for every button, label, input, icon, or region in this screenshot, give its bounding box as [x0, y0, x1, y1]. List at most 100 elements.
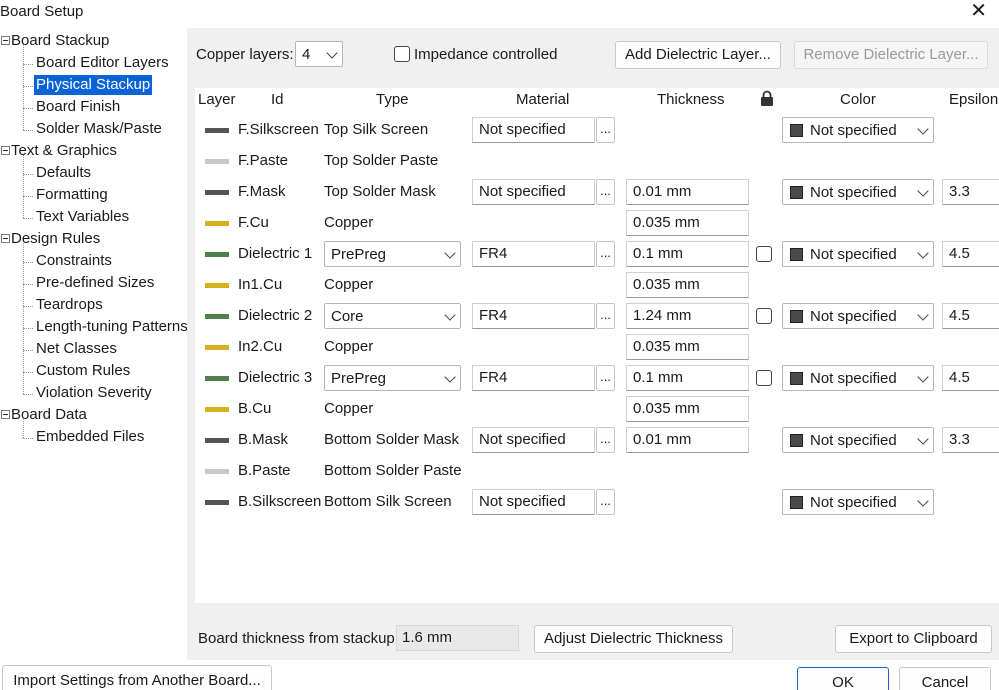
cancel-button[interactable]: Cancel: [899, 667, 991, 690]
material-field[interactable]: FR4: [472, 241, 595, 267]
color-select[interactable]: Not specified: [782, 303, 934, 329]
color-select[interactable]: Not specified: [782, 489, 934, 515]
thickness-field[interactable]: 0.01 mm: [626, 427, 749, 453]
thickness-value: 0.1 mm: [633, 369, 684, 386]
impedance-checkbox[interactable]: [394, 46, 410, 62]
remove-dielectric-button[interactable]: Remove Dielectric Layer...: [794, 41, 988, 69]
lock-thickness-checkbox[interactable]: [756, 308, 772, 324]
thickness-field[interactable]: 0.1 mm: [626, 241, 749, 267]
tree-expander-icon[interactable]: [1, 234, 10, 243]
material-field[interactable]: Not specified: [472, 427, 595, 453]
material-field[interactable]: Not specified: [472, 489, 595, 515]
tree-item-formatting[interactable]: Formatting: [34, 185, 110, 205]
color-select[interactable]: Not specified: [782, 427, 934, 453]
tree-item-constraints[interactable]: Constraints: [34, 251, 114, 271]
tree-item-embedded-files[interactable]: Embedded Files: [34, 427, 146, 447]
layer-type: Bottom Solder Paste: [324, 462, 462, 479]
tree-item-design-rules[interactable]: Design Rules: [0, 229, 100, 249]
add-dielectric-button[interactable]: Add Dielectric Layer...: [615, 41, 781, 69]
thickness-field[interactable]: 0.1 mm: [626, 365, 749, 391]
tree-item-text-graphics[interactable]: Text & Graphics: [0, 141, 117, 161]
material-field[interactable]: Not specified: [472, 117, 595, 143]
epsilon-field[interactable]: 4.5: [942, 241, 999, 267]
epsilon-field[interactable]: 3.3: [942, 427, 999, 453]
table-row: Dielectric 2 Core FR4... 1.24 mm Not specifi…: [195, 301, 999, 332]
color-select[interactable]: Not specified: [782, 241, 934, 267]
tree-item-board-stackup[interactable]: Board Stackup: [0, 31, 109, 51]
epsilon-field[interactable]: 4.5: [942, 365, 999, 391]
layer-id: F.Mask: [238, 183, 286, 200]
epsilon-field[interactable]: 4.5: [942, 303, 999, 329]
tree-item-defaults[interactable]: Defaults: [34, 163, 93, 183]
tree-item-teardrops[interactable]: Teardrops: [34, 295, 105, 315]
tree-expander-icon[interactable]: [1, 146, 10, 155]
material-field[interactable]: FR4: [472, 365, 595, 391]
material-browse-button[interactable]: ...: [596, 241, 615, 267]
color-select[interactable]: Not specified: [782, 365, 934, 391]
tree-expander-icon[interactable]: [1, 36, 10, 45]
lock-thickness-checkbox[interactable]: [756, 370, 772, 386]
layer-color-swatch: [205, 283, 229, 288]
tree-connector: [23, 350, 33, 351]
tree-connector: [23, 419, 24, 438]
tree-item-custom-rules[interactable]: Custom Rules: [34, 361, 132, 381]
column-header-type: Type: [376, 91, 409, 108]
thickness-field[interactable]: 0.035 mm: [626, 210, 749, 236]
material-browse-button[interactable]: ...: [596, 117, 615, 143]
close-icon[interactable]: ✕: [970, 0, 987, 22]
table-row: F.Mask Top Solder Mask Not specified... 0.0…: [195, 177, 999, 208]
type-select[interactable]: Core: [324, 303, 461, 329]
thickness-field[interactable]: 0.035 mm: [626, 334, 749, 360]
material-field[interactable]: Not specified: [472, 179, 595, 205]
table-row: F.Cu Copper 0.035 mm: [195, 208, 999, 239]
type-select[interactable]: PrePreg: [324, 241, 461, 267]
tree-item-board-finish[interactable]: Board Finish: [34, 97, 122, 117]
tree-item-board-data[interactable]: Board Data: [0, 405, 87, 425]
tree-item-physical-stackup[interactable]: Physical Stackup: [34, 75, 153, 95]
physical-stackup-panel: Copper layers: 4 Impedance controlled Ad…: [187, 28, 999, 667]
tree-item-pre-defined-sizes[interactable]: Pre-defined Sizes: [34, 273, 156, 293]
thickness-field[interactable]: 0.035 mm: [626, 272, 749, 298]
tree-item-label: Text & Graphics: [11, 142, 117, 159]
chevron-down-icon: [919, 497, 927, 505]
column-header-color: Color: [840, 91, 876, 108]
chevron-down-icon: [446, 249, 454, 257]
epsilon-field[interactable]: 3.3: [942, 179, 999, 205]
color-swatch: [790, 186, 803, 199]
chevron-down-icon: [919, 311, 927, 319]
material-browse-button[interactable]: ...: [596, 427, 615, 453]
tree-item-solder-mask-paste[interactable]: Solder Mask/Paste: [34, 119, 164, 139]
material-browse-button[interactable]: ...: [596, 303, 615, 329]
thickness-field[interactable]: 1.24 mm: [626, 303, 749, 329]
column-header-thickness: Thickness: [657, 91, 725, 108]
layer-color-swatch: [205, 190, 229, 195]
ok-button[interactable]: OK: [797, 667, 889, 690]
material-browse-button[interactable]: ...: [596, 489, 615, 515]
tree-item-length-tuning-patterns[interactable]: Length-tuning Patterns: [34, 317, 190, 337]
tree-expander-icon[interactable]: [1, 410, 10, 419]
epsilon-value: 3.3: [949, 183, 970, 200]
material-browse-button[interactable]: ...: [596, 179, 615, 205]
type-select[interactable]: PrePreg: [324, 365, 461, 391]
material-field[interactable]: FR4: [472, 303, 595, 329]
thickness-field[interactable]: 0.035 mm: [626, 396, 749, 422]
tree-item-text-variables[interactable]: Text Variables: [34, 207, 131, 227]
layer-id: Dielectric 2: [238, 307, 313, 324]
material-browse-button[interactable]: ...: [596, 365, 615, 391]
tree-item-net-classes[interactable]: Net Classes: [34, 339, 119, 359]
thickness-field[interactable]: 0.01 mm: [626, 179, 749, 205]
copper-layers-select[interactable]: 4: [295, 41, 343, 67]
window-title: Board Setup: [0, 3, 84, 20]
adjust-dielectric-thickness-button[interactable]: Adjust Dielectric Thickness: [534, 625, 733, 653]
import-settings-button[interactable]: Import Settings from Another Board...: [2, 665, 272, 690]
layer-type: Top Solder Mask: [324, 183, 436, 200]
color-select[interactable]: Not specified: [782, 179, 934, 205]
tree-item-violation-severity[interactable]: Violation Severity: [34, 383, 154, 403]
table-row: B.Mask Bottom Solder Mask Not specified...…: [195, 425, 999, 456]
tree-item-board-editor-layers[interactable]: Board Editor Layers: [34, 53, 171, 73]
export-to-clipboard-button[interactable]: Export to Clipboard: [835, 625, 992, 653]
color-select[interactable]: Not specified: [782, 117, 934, 143]
lock-thickness-checkbox[interactable]: [756, 246, 772, 262]
thickness-value: 0.01 mm: [633, 431, 692, 448]
tree-connector: [23, 64, 33, 65]
